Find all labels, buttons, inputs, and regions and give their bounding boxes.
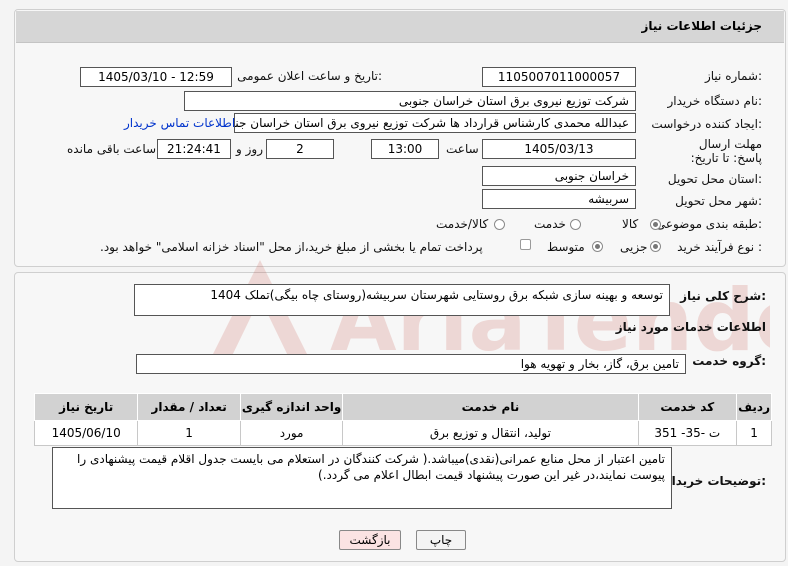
province-field: خراسان جنوبی: [482, 166, 636, 186]
services-table: ردیف کد خدمت نام خدمت واحد اندازه گیری ت…: [33, 393, 772, 446]
category-goods-service-label: کالا/خدمت: [436, 217, 489, 231]
category-service-radio[interactable]: [570, 219, 581, 230]
col-row-header: ردیف: [736, 393, 772, 421]
cell-row: 1: [736, 420, 772, 446]
back-button[interactable]: بازگشت: [339, 530, 401, 550]
deadline-time-field: 13:00: [371, 139, 439, 159]
remaining-time-field: 21:24:41: [157, 139, 231, 159]
summary-field: توسعه و بهینه سازی شبکه برق روستایی شهرس…: [134, 284, 670, 316]
process-minor-radio[interactable]: [650, 241, 661, 252]
cell-qty: 1: [137, 420, 241, 446]
announce-datetime-field: 1405/03/10 - 12:59: [80, 67, 232, 87]
process-medium-label: متوسط: [547, 240, 585, 254]
table-header-row: ردیف کد خدمت نام خدمت واحد اندازه گیری ت…: [33, 393, 772, 421]
province-label: استان محل تحویل:: [667, 172, 762, 186]
need-number-field: 1105007011000057: [482, 67, 636, 87]
deadline-date-field: 1405/03/13: [482, 139, 636, 159]
days-field: 2: [266, 139, 334, 159]
cell-code: ت -35- 351: [637, 420, 738, 446]
col-qty-header: تعداد / مقدار: [137, 393, 241, 421]
col-code-header: کد خدمت: [637, 393, 738, 421]
category-label: طبقه بندی موضوعی:: [655, 217, 762, 231]
buyer-org-field: شرکت توزیع نیروی برق استان خراسان جنوبی: [184, 91, 636, 111]
treasury-checkbox[interactable]: [520, 239, 531, 250]
treasury-note: پرداخت تمام یا بخشی از مبلغ خرید،از محل …: [100, 240, 483, 254]
requester-field: عبدالله محمدی کارشناس قرارداد ها شرکت تو…: [234, 113, 636, 133]
city-field: سربیشه: [482, 189, 636, 209]
buyer-notes-field: تامین اعتبار از محل منابع عمرانی(نقدی)می…: [52, 447, 672, 509]
deadline-label: مهلت ارسال پاسخ: تا تاریخ:: [690, 137, 762, 165]
process-label: نوع فرآیند خرید :: [677, 240, 762, 254]
remaining-label: ساعت باقی مانده: [67, 142, 157, 156]
table-row: 1 ت -35- 351 تولید، انتقال و توزیع برق م…: [33, 420, 772, 446]
panel-title: جزئیات اطلاعات نیاز: [641, 19, 762, 33]
buyer-notes-label: توضیحات خریدار:: [664, 474, 766, 488]
days-label: روز و: [236, 142, 263, 156]
print-button[interactable]: چاپ: [416, 530, 466, 550]
requester-label: ایجاد کننده درخواست:: [651, 117, 762, 131]
buyer-contact-link[interactable]: اطلاعات تماس خریدار: [124, 116, 235, 130]
category-goods-service-radio[interactable]: [494, 219, 505, 230]
cell-name: تولید، انتقال و توزیع برق: [342, 420, 639, 446]
category-service-label: خدمت: [534, 217, 566, 231]
col-date-header: تاریخ نیاز: [33, 393, 139, 421]
service-group-label: گروه خدمت:: [692, 354, 766, 368]
process-minor-label: جزیی: [620, 240, 648, 254]
process-medium-radio[interactable]: [592, 241, 603, 252]
summary-label: شرح کلی نیاز:: [680, 289, 766, 303]
col-name-header: نام خدمت: [342, 393, 639, 421]
category-goods-radio[interactable]: [650, 219, 661, 230]
cell-date: 1405/06/10: [33, 420, 139, 446]
need-number-label: شماره نیاز:: [704, 69, 762, 83]
category-goods-label: کالا: [622, 217, 639, 231]
city-label: شهر محل تحویل:: [675, 194, 762, 208]
col-unit-header: واحد اندازه گیری: [239, 393, 344, 421]
deadline-time-label: ساعت: [446, 142, 479, 156]
service-group-field: تامین برق، گاز، بخار و تهویه هوا: [136, 354, 686, 374]
cell-unit: مورد: [239, 420, 344, 446]
services-title: اطلاعات خدمات مورد نیاز: [615, 320, 766, 334]
announce-datetime-label: تاریخ و ساعت اعلان عمومی:: [237, 69, 382, 83]
buyer-org-label: نام دستگاه خریدار:: [667, 94, 763, 108]
